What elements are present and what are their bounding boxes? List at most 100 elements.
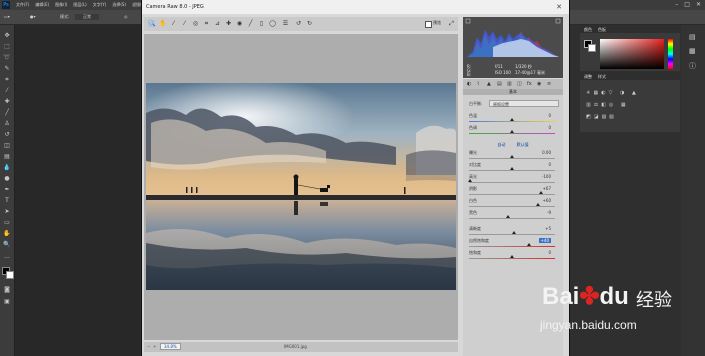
eyedropper-icon[interactable]: ⁄ (3, 88, 11, 94)
exposure-thumb[interactable] (510, 155, 514, 158)
color-bg-swatch[interactable] (588, 44, 596, 52)
airbrush-icon[interactable]: ◎ (124, 14, 128, 19)
tab-detail-icon[interactable]: ▲ (487, 81, 491, 87)
tab-swatches[interactable]: 色板 (598, 27, 606, 33)
mode-select[interactable]: 正常 (75, 14, 99, 20)
straighten-tool-icon[interactable]: ⊿ (214, 20, 221, 27)
shadows-value[interactable]: +67 (543, 186, 551, 191)
targeted-adjust-icon[interactable]: ◎ (192, 20, 199, 27)
highlights-track[interactable] (469, 182, 555, 183)
color-spectrum-field[interactable] (600, 39, 664, 69)
adjustment-icons-row1[interactable]: ☀▦◐▽ ◑ ▲ (586, 90, 639, 96)
clarity-track[interactable] (469, 234, 555, 235)
fullscreen-icon[interactable]: ⤢ (448, 20, 455, 27)
tab-basic-icon[interactable]: ◐ (467, 81, 471, 87)
radial-filter-icon[interactable]: ◯ (269, 20, 276, 27)
whites-thumb[interactable] (536, 203, 540, 206)
shadows-thumb[interactable] (539, 191, 543, 194)
clone-stamp-icon[interactable]: ♙ (3, 121, 11, 127)
contrast-track[interactable] (469, 170, 555, 171)
properties-icon[interactable]: ▦ (689, 47, 696, 55)
shadows-track[interactable] (469, 194, 555, 195)
clarity-thumb[interactable] (512, 231, 516, 234)
color-sampler-icon[interactable]: ⁄ (181, 20, 188, 27)
blacks-track[interactable] (469, 218, 555, 219)
clarity-value[interactable]: +5 (545, 226, 551, 231)
zoom-level-field[interactable]: 34.8% (160, 343, 181, 350)
marquee-tool-icon[interactable]: ⬚ (3, 44, 11, 50)
tab-color[interactable]: 颜色 (584, 27, 592, 33)
tab-split-toning-icon[interactable]: ▥ (507, 81, 512, 87)
contrast-thumb[interactable] (510, 167, 514, 170)
red-eye-icon[interactable]: ◉ (236, 20, 243, 27)
white-balance-select[interactable]: 原照设置 (489, 100, 559, 107)
brush-tool-icon[interactable]: ╱ (3, 110, 11, 116)
quick-select-icon[interactable]: ✎ (3, 66, 11, 72)
background-color-swatch[interactable] (6, 271, 14, 279)
auto-link[interactable]: 自动 (497, 142, 505, 147)
tint-track[interactable] (469, 133, 555, 134)
exposure-track[interactable] (469, 158, 555, 159)
history-icon[interactable]: ▤ (689, 33, 696, 41)
saturation-value[interactable]: 0 (548, 250, 551, 255)
highlights-value[interactable]: -100 (542, 174, 551, 179)
adjustment-brush-icon[interactable]: ╱ (247, 20, 254, 27)
menu-select[interactable]: 选择(S) (112, 2, 126, 8)
menu-type[interactable]: 文字(Y) (93, 2, 107, 8)
default-link[interactable]: 默认值 (517, 142, 529, 147)
info-icon[interactable]: ⓘ (689, 61, 696, 71)
tab-lens-icon[interactable]: ◫ (517, 81, 522, 87)
whites-value[interactable]: +60 (543, 198, 551, 203)
path-select-icon[interactable]: ➤ (3, 209, 11, 215)
vibrance-value[interactable]: +40 (538, 238, 551, 243)
healing-brush-icon[interactable]: ✚ (3, 99, 11, 105)
pen-tool-icon[interactable]: ✒ (3, 187, 11, 193)
tab-effects-icon[interactable]: fx (527, 81, 532, 87)
screen-mode-icon[interactable]: ▣ (3, 299, 11, 305)
hue-slider[interactable] (668, 39, 673, 69)
maximize-icon[interactable]: □ (684, 1, 690, 8)
vibrance-track[interactable] (469, 246, 555, 247)
temp-track[interactable] (469, 121, 555, 122)
saturation-track[interactable] (469, 258, 555, 259)
tool-preset-icon[interactable]: ▭▾ (4, 14, 10, 19)
tab-tone-curve-icon[interactable]: ⌇ (477, 81, 479, 87)
crop-tool-icon[interactable]: ⌗ (3, 77, 11, 83)
blacks-value[interactable]: -9 (547, 210, 551, 215)
tint-thumb[interactable] (510, 130, 514, 133)
graduated-filter-icon[interactable]: ▯ (258, 20, 265, 27)
tab-styles[interactable]: 样式 (598, 74, 606, 80)
menu-image[interactable]: 图像(I) (55, 2, 67, 8)
menu-file[interactable]: 文件(F) (16, 2, 29, 8)
dodge-tool-icon[interactable]: ● (3, 176, 11, 182)
hand-tool-icon[interactable]: ✋ (159, 20, 166, 27)
blur-tool-icon[interactable]: 💧 (3, 165, 11, 171)
gradient-tool-icon[interactable]: ▤ (3, 154, 11, 160)
move-tool-icon[interactable]: ✥ (3, 33, 11, 39)
lasso-tool-icon[interactable]: ➰ (3, 55, 11, 61)
minimize-icon[interactable]: – (675, 1, 678, 8)
eraser-tool-icon[interactable]: ◫ (3, 143, 11, 149)
saturation-thumb[interactable] (510, 255, 514, 258)
type-tool-icon[interactable]: T (3, 198, 11, 204)
zoom-minus-icon[interactable]: − (147, 344, 150, 349)
shape-tool-icon[interactable]: ▭ (3, 220, 11, 226)
preferences-icon[interactable]: ☰ (282, 20, 289, 27)
preview-checkbox[interactable] (425, 21, 432, 28)
hand-tool-icon[interactable]: ✋ (3, 231, 11, 237)
tab-presets-icon[interactable]: ≡ (547, 81, 551, 87)
blacks-thumb[interactable] (506, 215, 510, 218)
crop-tool-icon[interactable]: ⌗ (203, 20, 210, 27)
history-brush-icon[interactable]: ↺ (3, 132, 11, 138)
adjustment-icons-row3[interactable]: ◩◪▨▧ (586, 114, 617, 120)
highlights-thumb[interactable] (468, 179, 472, 182)
rotate-ccw-icon[interactable]: ↺ (295, 20, 302, 27)
whites-track[interactable] (469, 206, 555, 207)
menu-layer[interactable]: 图层(L) (73, 2, 86, 8)
contrast-value[interactable]: 0 (548, 162, 551, 167)
adjustment-icons-row2[interactable]: ▥⚖◧◎ ▦ (586, 102, 629, 108)
spot-removal-icon[interactable]: ✚ (225, 20, 232, 27)
zoom-tool-icon[interactable]: 🔍 (148, 20, 155, 27)
tab-adjustments[interactable]: 调整 (584, 74, 592, 80)
temp-thumb[interactable] (510, 118, 514, 121)
